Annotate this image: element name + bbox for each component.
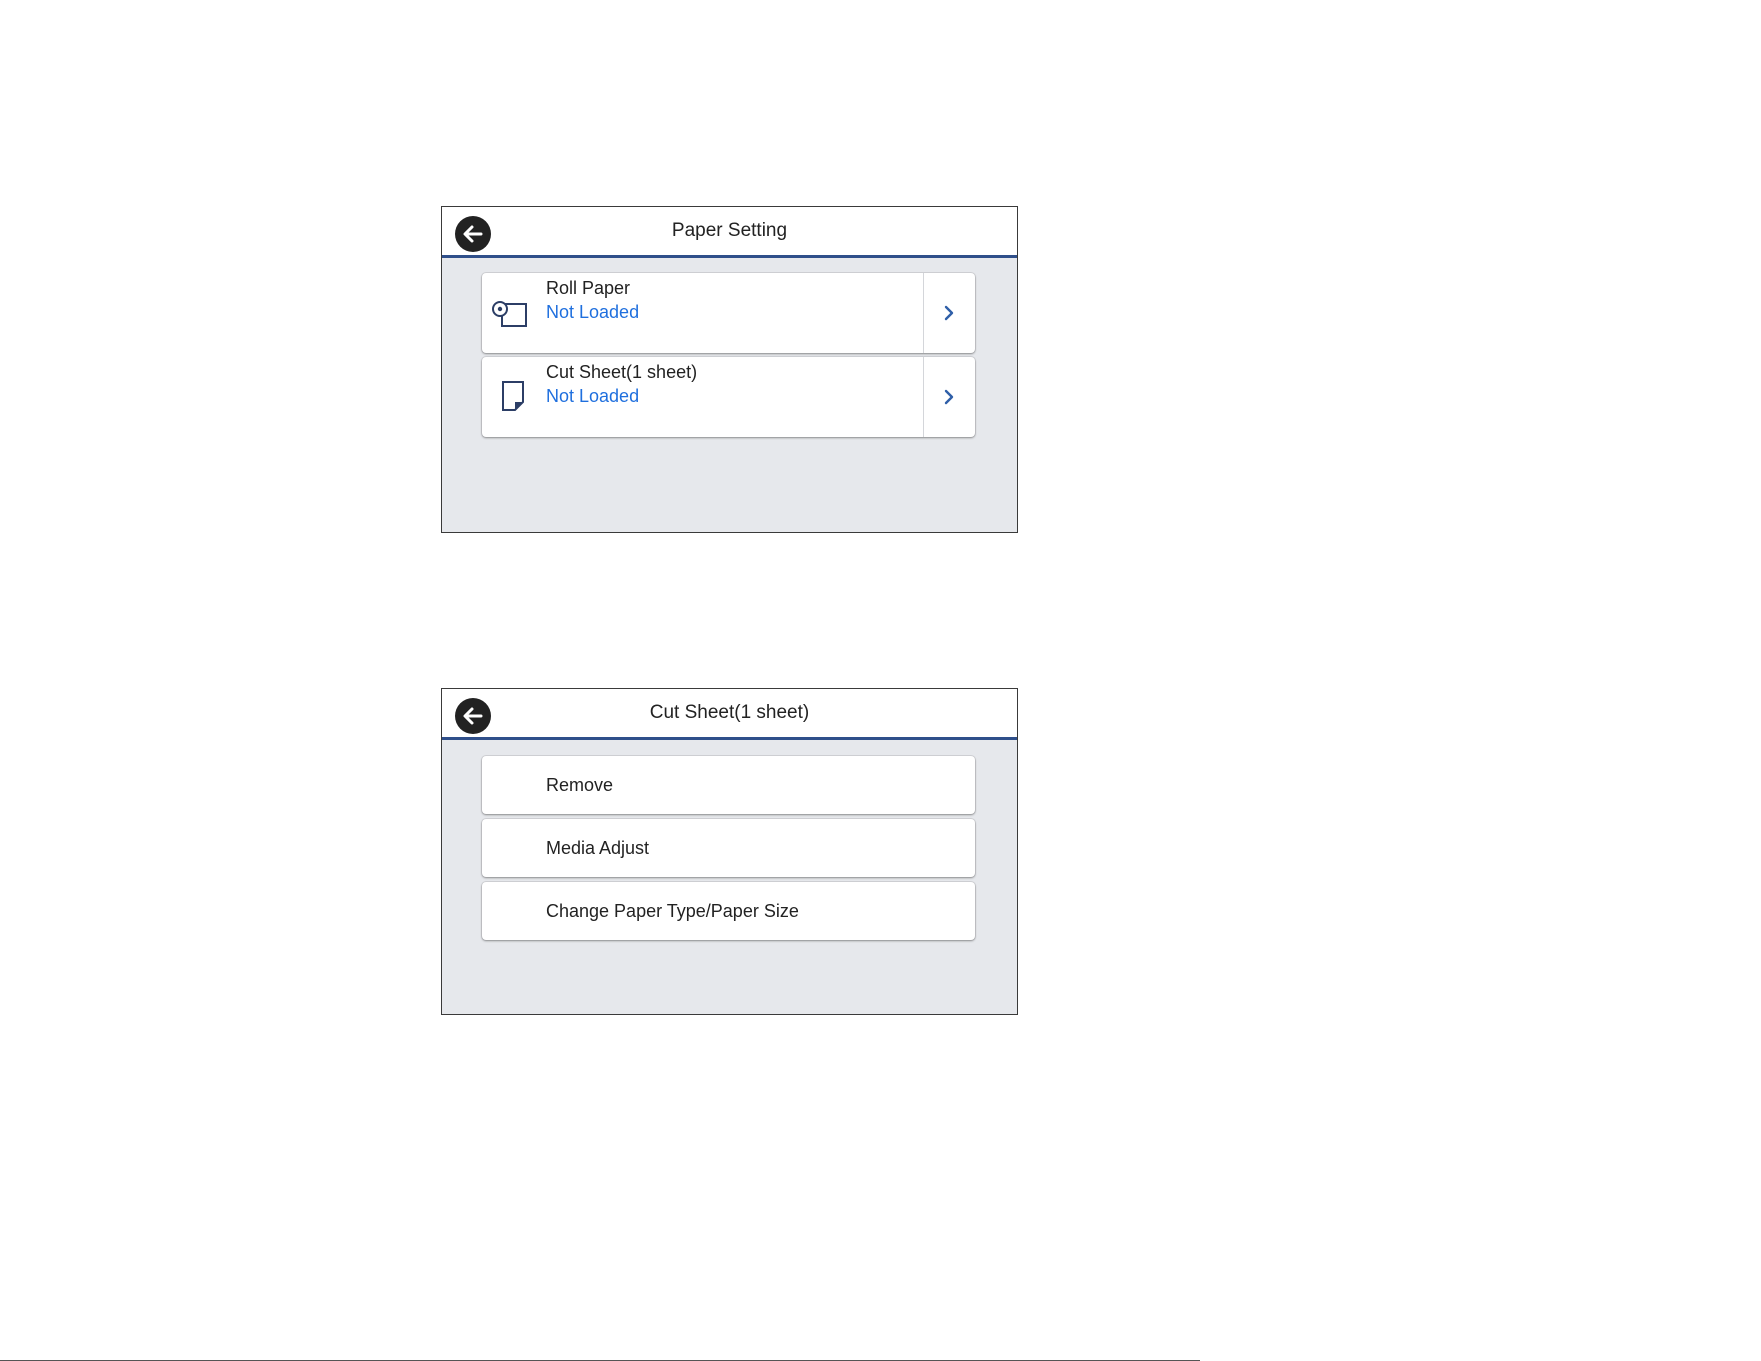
divider bbox=[923, 273, 924, 353]
menu-item-label: Remove bbox=[546, 775, 614, 795]
screen-header: Paper Setting bbox=[442, 207, 1017, 258]
roll-paper-icon bbox=[492, 301, 527, 327]
chevron-right-icon[interactable] bbox=[938, 386, 960, 408]
menu-item-remove[interactable]: Remove bbox=[482, 756, 975, 814]
menu-item-media-adjust[interactable]: Media Adjust bbox=[482, 819, 975, 877]
chevron-right-icon[interactable] bbox=[938, 302, 960, 324]
menu-item-label: Change Paper Type/Paper Size bbox=[546, 901, 799, 921]
screen-title: Paper Setting bbox=[671, 220, 788, 241]
status-text: Not Loaded bbox=[546, 302, 640, 322]
divider bbox=[923, 357, 924, 437]
menu-item-cut-sheet[interactable]: Cut Sheet(1 sheet) Not Loaded bbox=[482, 357, 975, 437]
menu-item-label: Media Adjust bbox=[546, 838, 650, 858]
screen-title: Cut Sheet(1 sheet) bbox=[649, 702, 810, 723]
paper-setting-screen: Paper Setting Roll Paper Not Loaded Cut … bbox=[441, 206, 1018, 533]
menu-item-roll-paper[interactable]: Roll Paper Not Loaded bbox=[482, 273, 975, 353]
cut-sheet-screen: Cut Sheet(1 sheet) Remove Media Adjust C… bbox=[441, 688, 1018, 1015]
cut-sheet-icon bbox=[502, 381, 524, 411]
menu-item-label: Cut Sheet(1 sheet) bbox=[546, 362, 698, 382]
status-text: Not Loaded bbox=[546, 386, 640, 406]
menu-item-label: Roll Paper bbox=[546, 278, 631, 298]
screen-header: Cut Sheet(1 sheet) bbox=[442, 689, 1017, 740]
menu-item-change-paper-type-size[interactable]: Change Paper Type/Paper Size bbox=[482, 882, 975, 940]
